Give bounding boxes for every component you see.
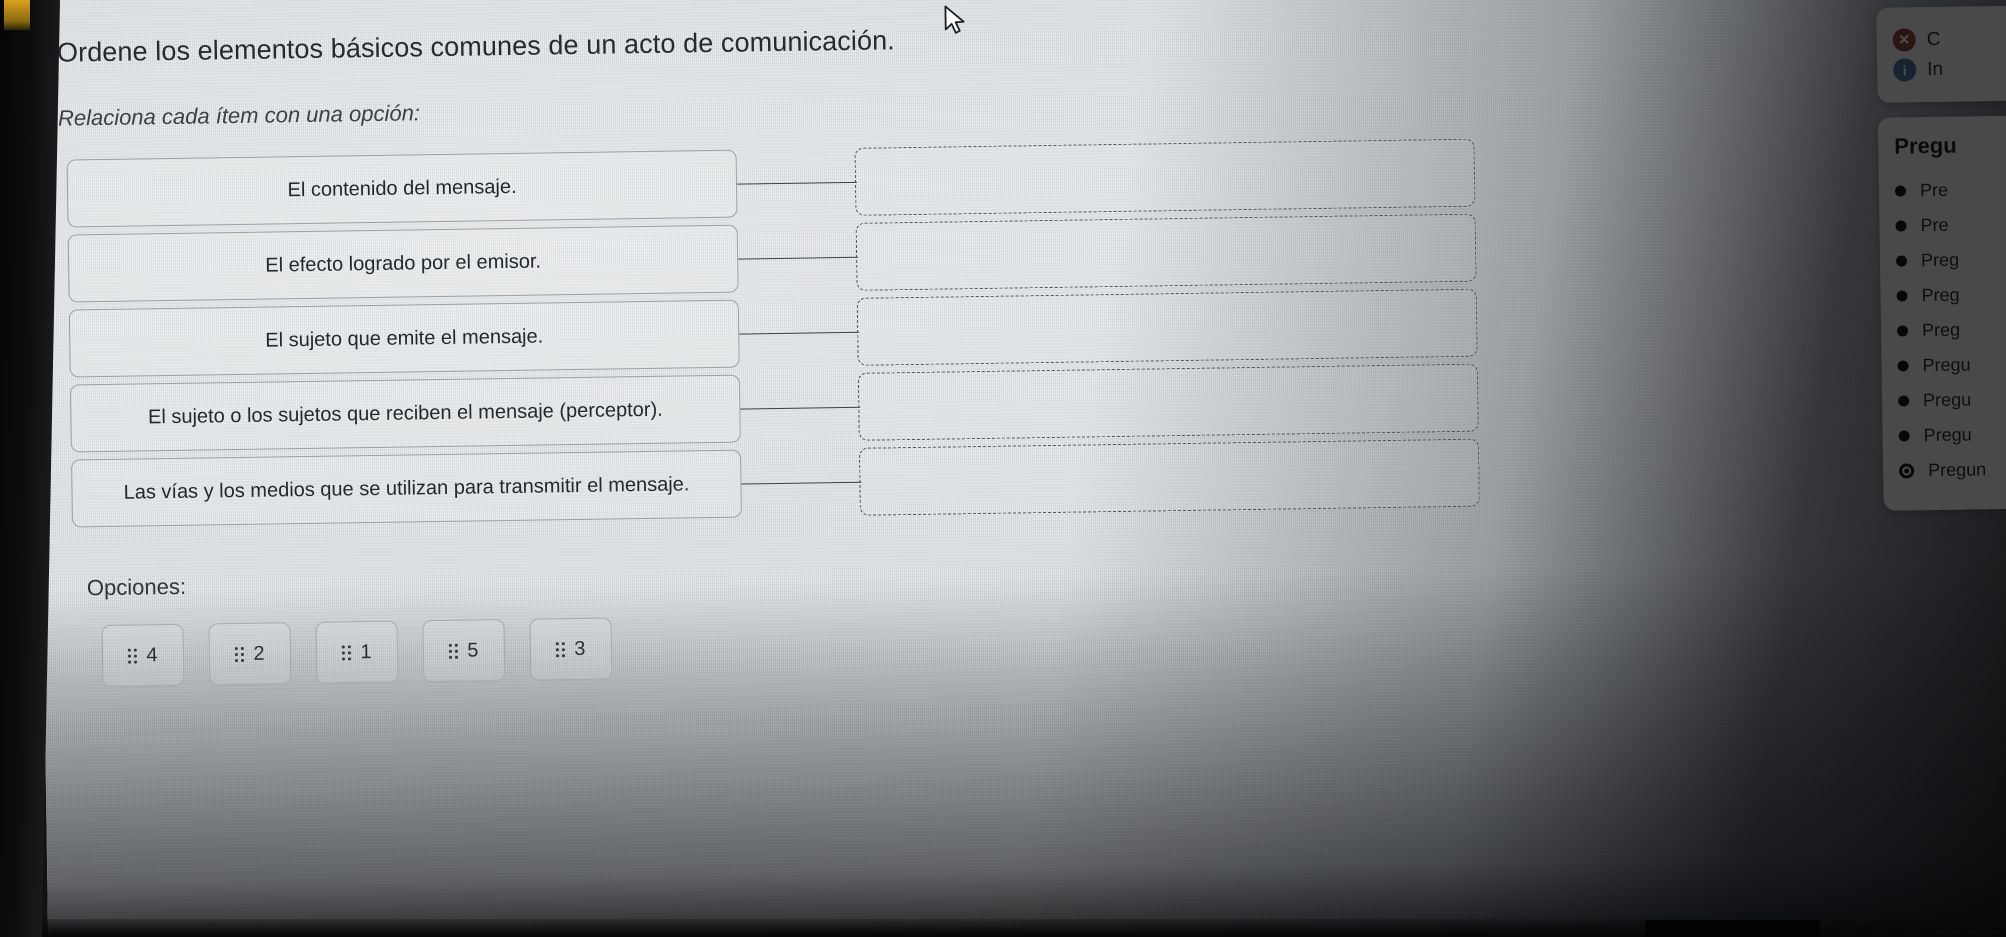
right-sidebar-panel: ✕ C i In Pregu Pre Pre Preg Preg Preg Pr… (1866, 0, 2006, 710)
question-list-item[interactable]: Preg (1896, 275, 2006, 314)
questions-list: Pre Pre Preg Preg Preg Pregu Pregu Pregu… (1894, 170, 2006, 489)
match-item-box[interactable]: El sujeto o los sujetos que reciben el m… (69, 374, 741, 453)
drag-handle-icon[interactable] (235, 646, 245, 662)
bullet-icon (1895, 255, 1908, 267)
option-chip[interactable]: 2 (208, 622, 292, 686)
question-list-item-label: Preg (1921, 284, 1960, 306)
option-chip-label: 5 (467, 638, 479, 662)
legend-card: ✕ C i In (1876, 3, 2006, 103)
match-connector-line (740, 406, 861, 410)
question-list-item[interactable]: Preg (1895, 240, 2006, 279)
question-list-item[interactable]: Pre (1895, 205, 2006, 244)
page-title: Ordene los elementos básicos comunes de … (56, 25, 896, 68)
match-connector-line (738, 256, 859, 260)
match-drop-zone[interactable] (857, 363, 1479, 441)
drag-handle-icon[interactable] (556, 641, 566, 657)
question-list-item[interactable]: Pre (1894, 170, 2006, 209)
question-list-item-label: Preg (1920, 249, 1960, 271)
bezel-accent-strip (4, 0, 30, 30)
match-connector-line (739, 331, 860, 335)
bullet-icon (1897, 360, 1909, 372)
match-item-label: El sujeto o los sujetos que reciben el m… (147, 398, 663, 428)
match-item-label: Las vías y los medios que se utilizan pa… (123, 472, 690, 504)
drag-handle-icon[interactable] (128, 648, 138, 664)
question-list-item-label: Pregu (1923, 424, 1972, 446)
screen-surface: Ordene los elementos básicos comunes de … (34, 0, 2006, 937)
questions-heading: Pregu (1894, 132, 1957, 159)
question-list-item[interactable]: Pregu (1898, 380, 2006, 419)
question-list-item-label: Pregu (1922, 354, 1971, 376)
bullet-icon (1895, 220, 1907, 232)
match-item-label: El contenido del mensaje. (287, 175, 517, 201)
quiz-page: Ordene los elementos básicos comunes de … (34, 0, 2006, 937)
match-item-box[interactable]: El contenido del mensaje. (66, 149, 738, 228)
drag-handle-icon[interactable] (449, 643, 459, 659)
match-connector-line (741, 481, 862, 485)
match-connector-line (737, 181, 858, 185)
question-list-item-label: Pregu (1922, 389, 1972, 411)
options-row: 4 2 1 5 3 (101, 617, 613, 688)
legend-row-error: ✕ C (1892, 25, 2006, 52)
match-drop-zone[interactable] (858, 438, 1480, 516)
match-drop-zone[interactable] (854, 138, 1476, 216)
error-circle-icon: ✕ (1892, 28, 1916, 52)
match-item-label: El efecto logrado por el emisor. (265, 250, 542, 277)
question-list-item-label: Pre (1920, 214, 1949, 236)
monitor-photo-frame: Ordene los elementos básicos comunes de … (0, 0, 2006, 937)
match-item-box[interactable]: El efecto logrado por el emisor. (67, 224, 739, 303)
question-list-item-label: Preg (1921, 319, 1961, 341)
question-list-item[interactable]: Pregu (1897, 345, 2006, 384)
question-list-item-label: Pre (1919, 179, 1949, 201)
question-list-item-label: Pregun (1927, 459, 1987, 481)
drag-handle-icon[interactable] (342, 644, 352, 660)
option-chip[interactable]: 5 (422, 619, 506, 683)
current-question-radio-icon (1899, 463, 1915, 479)
bullet-icon (1896, 325, 1909, 337)
option-chip-label: 3 (574, 637, 586, 660)
option-chip[interactable]: 4 (101, 623, 185, 688)
bullet-icon (1898, 395, 1910, 407)
option-chip-label: 2 (253, 642, 265, 665)
info-circle-icon: i (1893, 58, 1917, 82)
legend-row-info: i In (1893, 55, 2006, 82)
match-item-label: El sujeto que emite el mensaje. (265, 324, 544, 352)
questions-card: Pregu Pre Pre Preg Preg Preg Pregu Pregu… (1877, 113, 2006, 511)
legend-label-error: C (1926, 28, 1941, 50)
bezel-bottom-block (1644, 920, 1821, 937)
bullet-icon (1898, 430, 1910, 442)
options-label: Opciones: (86, 573, 187, 601)
option-chip-label: 1 (360, 640, 372, 663)
legend-label-info: In (1927, 58, 1944, 80)
bullet-icon (1896, 290, 1908, 302)
question-list-item-current[interactable]: Pregun (1899, 450, 2006, 489)
question-list-item[interactable]: Pregu (1898, 415, 2006, 454)
option-chip[interactable]: 3 (529, 617, 613, 681)
question-list-item[interactable]: Preg (1896, 310, 2006, 349)
match-item-box[interactable]: Las vías y los medios que se utilizan pa… (71, 449, 742, 528)
instruction-text: Relaciona cada ítem con una opción: (57, 100, 421, 131)
bullet-icon (1894, 185, 1907, 197)
match-drop-zone[interactable] (855, 213, 1477, 291)
match-item-box[interactable]: El sujeto que emite el mensaje. (68, 299, 740, 378)
option-chip-label: 4 (146, 643, 158, 666)
option-chip[interactable]: 1 (315, 620, 399, 684)
match-drop-zone[interactable] (856, 288, 1478, 366)
match-area: El contenido del mensaje. El efecto logr… (37, 126, 2006, 530)
